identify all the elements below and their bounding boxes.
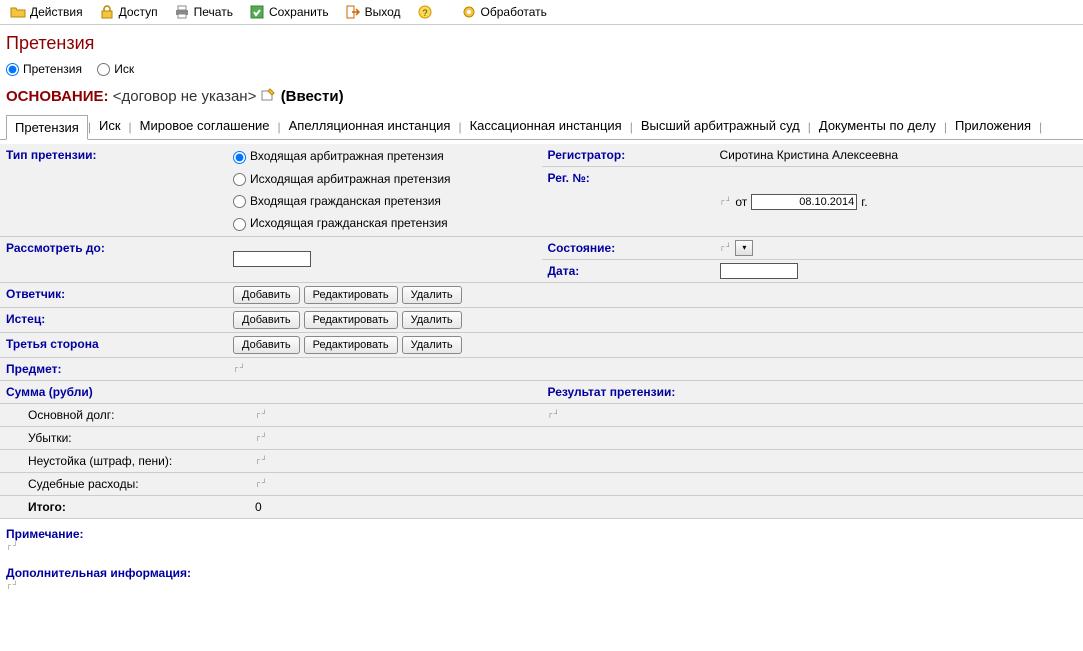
- thirdparty-add[interactable]: Добавить: [233, 336, 300, 354]
- toolbar-save[interactable]: Сохранить: [243, 2, 335, 22]
- tab-cassation[interactable]: Кассационная инстанция: [462, 114, 630, 139]
- result-label: Результат претензии:: [542, 381, 682, 403]
- court-costs-label: Судебные расходы:: [0, 473, 249, 495]
- losses-label: Убытки:: [0, 427, 249, 449]
- note-field[interactable]: ┌ ┘: [6, 543, 18, 550]
- main-debt-field[interactable]: ┌ ┘: [255, 411, 267, 418]
- basis-row: ОСНОВАНИЕ: <договор не указан> (Ввести): [0, 80, 1083, 114]
- state-label: Состояние:: [542, 237, 714, 259]
- state-dropdown[interactable]: ▾: [735, 240, 753, 256]
- court-costs-field[interactable]: ┌ ┘: [255, 480, 267, 487]
- tabs: Претензия | Иск | Мировое соглашение | А…: [0, 114, 1083, 140]
- total-label: Итого:: [0, 496, 249, 518]
- basis-value: <договор не указан>: [113, 88, 257, 105]
- thirdparty-label: Третья сторона: [0, 333, 227, 357]
- type-label: Тип претензии:: [0, 144, 227, 235]
- save-icon: [249, 4, 265, 20]
- note-label: Примечание:: [0, 519, 1083, 543]
- type-option-in-civ[interactable]: Входящая гражданская претензия: [233, 192, 441, 210]
- plaintiff-delete[interactable]: Удалить: [402, 311, 462, 329]
- extra-field[interactable]: ┌ ┘: [6, 582, 18, 589]
- folder-icon: [10, 4, 26, 20]
- defendant-edit[interactable]: Редактировать: [304, 286, 398, 304]
- doc-type-group: Претензия Иск: [0, 58, 1083, 80]
- gear-icon: [461, 4, 477, 20]
- plaintiff-label: Истец:: [0, 308, 227, 332]
- consider-label: Рассмотреть до:: [0, 237, 227, 282]
- penalty-label: Неустойка (штраф, пени):: [0, 450, 249, 472]
- plaintiff-add[interactable]: Добавить: [233, 311, 300, 329]
- toolbar-process[interactable]: Обработать: [455, 2, 553, 22]
- toolbar: Действия Доступ Печать Сохранить Выход ?…: [0, 0, 1083, 25]
- tab-pretension[interactable]: Претензия: [6, 115, 88, 140]
- extra-label: Дополнительная информация:: [0, 558, 1083, 582]
- printer-icon: [174, 4, 190, 20]
- type-option-in-arb[interactable]: Входящая арбитражная претензия: [233, 147, 444, 165]
- main-debt-label: Основной долг:: [0, 404, 249, 426]
- edit-icon[interactable]: [261, 88, 277, 106]
- tab-settlement[interactable]: Мировое соглашение: [132, 114, 278, 139]
- tab-attachments[interactable]: Приложения: [947, 114, 1039, 139]
- defendant-delete[interactable]: Удалить: [402, 286, 462, 304]
- losses-field[interactable]: ┌ ┘: [255, 434, 267, 441]
- defendant-add[interactable]: Добавить: [233, 286, 300, 304]
- penalty-field[interactable]: ┌ ┘: [255, 457, 267, 464]
- regnum-marker[interactable]: ┌ ┘: [720, 198, 732, 205]
- subject-field[interactable]: ┌ ┘: [233, 365, 245, 372]
- type-option-out-arb[interactable]: Исходящая арбитражная претензия: [233, 170, 451, 188]
- date-label: Дата:: [542, 260, 714, 282]
- regnum-label: Рег. №:: [542, 167, 714, 235]
- thirdparty-edit[interactable]: Редактировать: [304, 336, 398, 354]
- exit-icon: [345, 4, 361, 20]
- basis-label: ОСНОВАНИЕ:: [6, 88, 109, 105]
- svg-text:?: ?: [422, 8, 427, 18]
- subject-label: Предмет:: [0, 358, 227, 380]
- radio-lawsuit[interactable]: Иск: [97, 62, 134, 76]
- form-body: Тип претензии: Входящая арбитражная прет…: [0, 140, 1083, 600]
- toolbar-access[interactable]: Доступ: [93, 2, 164, 22]
- lock-icon: [99, 4, 115, 20]
- page-title: Претензия: [0, 25, 1083, 58]
- toolbar-exit[interactable]: Выход: [339, 2, 407, 22]
- type-option-out-civ[interactable]: Исходящая гражданская претензия: [233, 214, 448, 232]
- plaintiff-edit[interactable]: Редактировать: [304, 311, 398, 329]
- tab-appeal[interactable]: Апелляционная инстанция: [281, 114, 459, 139]
- help-icon: ?: [417, 4, 433, 20]
- registrar-label: Регистратор:: [542, 144, 714, 166]
- sum-label: Сумма (рубли): [0, 381, 227, 403]
- result-field[interactable]: ┌ ┘: [548, 411, 560, 418]
- total-value: 0: [249, 496, 542, 518]
- tab-documents[interactable]: Документы по делу: [811, 114, 944, 139]
- toolbar-help[interactable]: ?: [411, 2, 439, 22]
- toolbar-actions[interactable]: Действия: [4, 2, 89, 22]
- registrar-value: Сиротина Кристина Алексеевна: [714, 144, 1083, 166]
- radio-pretension[interactable]: Претензия: [6, 62, 82, 76]
- basis-action[interactable]: (Ввести): [281, 88, 344, 105]
- tab-lawsuit[interactable]: Иск: [91, 114, 129, 139]
- toolbar-print[interactable]: Печать: [168, 2, 239, 22]
- consider-date[interactable]: [233, 251, 311, 267]
- defendant-label: Ответчик:: [0, 283, 227, 307]
- regnum-date[interactable]: [751, 194, 857, 210]
- state-date[interactable]: [720, 263, 798, 279]
- tab-supreme[interactable]: Высший арбитражный суд: [633, 114, 808, 139]
- thirdparty-delete[interactable]: Удалить: [402, 336, 462, 354]
